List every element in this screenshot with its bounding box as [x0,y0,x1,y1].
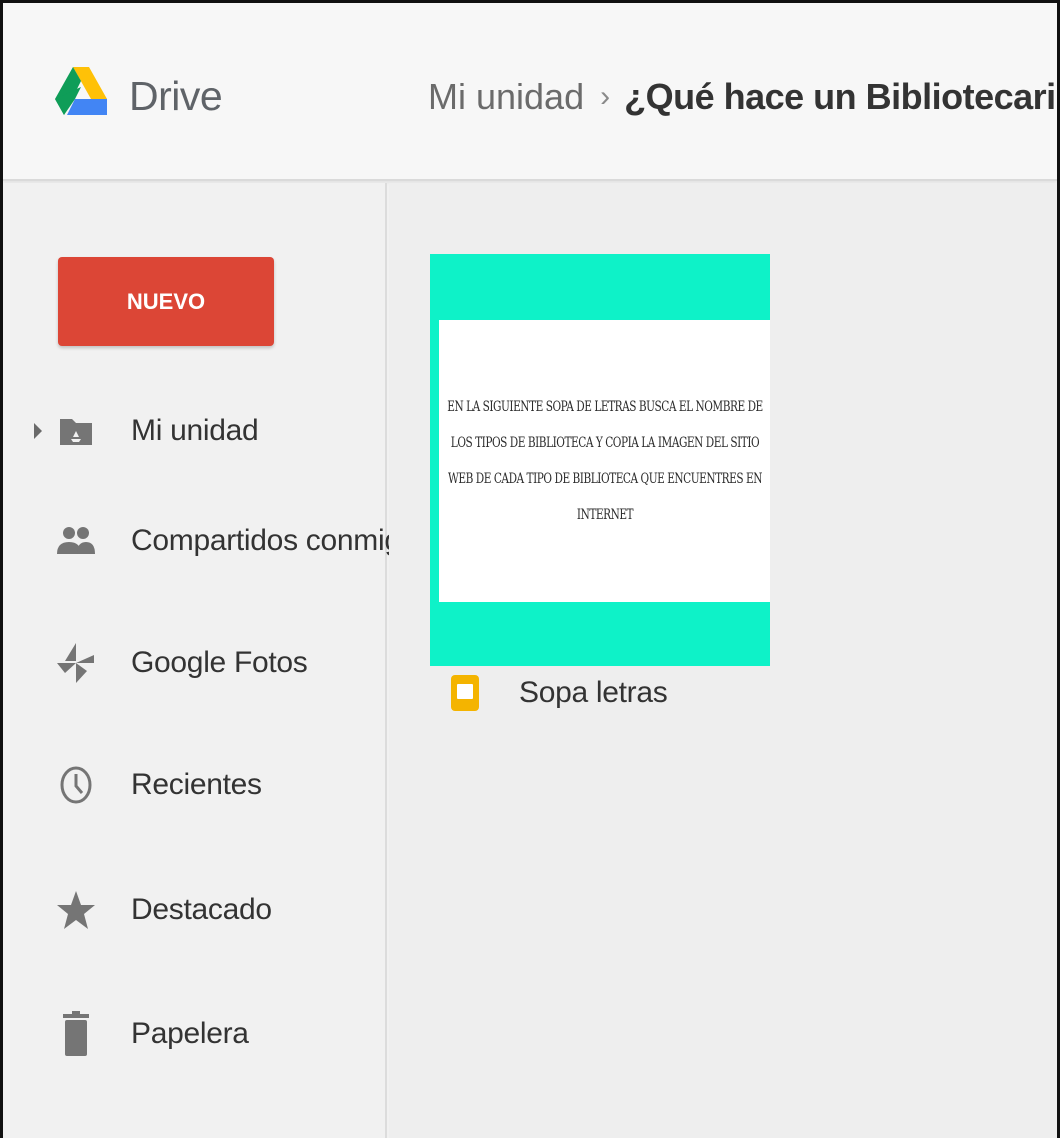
people-icon [53,516,99,566]
google-drive-logo[interactable] [55,65,107,127]
google-slides-icon [451,675,479,711]
breadcrumb: Mi unidad › ¿Qué hace un Bibliotecario? … [428,76,1057,118]
sidebar-item-label: Compartidos conmigo [131,524,418,557]
star-icon [53,885,99,935]
sidebar-item-label: Destacado [131,893,272,926]
sidebar-item-compartidos[interactable]: Compartidos conmigo [3,506,417,576]
sidebar-item-label: Google Fotos [131,646,308,679]
breadcrumb-current-folder[interactable]: ¿Qué hace un Bibliotecario? [624,76,1057,118]
file-grid: En la siguiente sopa de letras busca el … [389,183,1057,1138]
sidebar-item-recientes[interactable]: Recientes [3,750,387,820]
sidebar-item-papelera[interactable]: Papelera [3,999,387,1069]
new-button[interactable]: NUEVO [58,257,274,346]
file-card[interactable]: En la siguiente sopa de letras busca el … [430,254,770,666]
trash-icon [53,1009,99,1059]
sidebar-item-google-fotos[interactable]: Google Fotos [3,628,387,698]
expand-arrow-icon[interactable] [34,423,42,439]
sidebar: NUEVO Mi unidad Compartidos conmigo Goog… [3,183,417,1138]
clock-icon [53,760,99,810]
sidebar-item-label: Papelera [131,1017,249,1050]
file-thumbnail[interactable]: En la siguiente sopa de letras busca el … [430,254,770,666]
file-meta[interactable]: Sopa letras [451,675,668,711]
app-title[interactable]: Drive [129,73,223,120]
sidebar-item-label: Mi unidad [131,414,259,447]
file-name[interactable]: Sopa letras [519,676,668,710]
drive-window: Drive Mi unidad › ¿Qué hace un Bibliotec… [0,0,1060,1138]
top-bar: Drive Mi unidad › ¿Qué hace un Bibliotec… [3,3,1057,181]
sidebar-item-destacado[interactable]: Destacado [3,875,387,945]
thumbnail-slide: En la siguiente sopa de letras busca el … [439,320,770,602]
breadcrumb-root[interactable]: Mi unidad [428,76,584,118]
google-photos-icon [53,638,99,688]
sidebar-item-mi-unidad[interactable]: Mi unidad [3,396,387,466]
my-drive-folder-icon [53,406,99,456]
sidebar-item-label: Recientes [131,768,262,801]
breadcrumb-separator-icon: › [600,80,611,113]
thumbnail-text: En la siguiente sopa de letras busca el … [446,399,763,523]
